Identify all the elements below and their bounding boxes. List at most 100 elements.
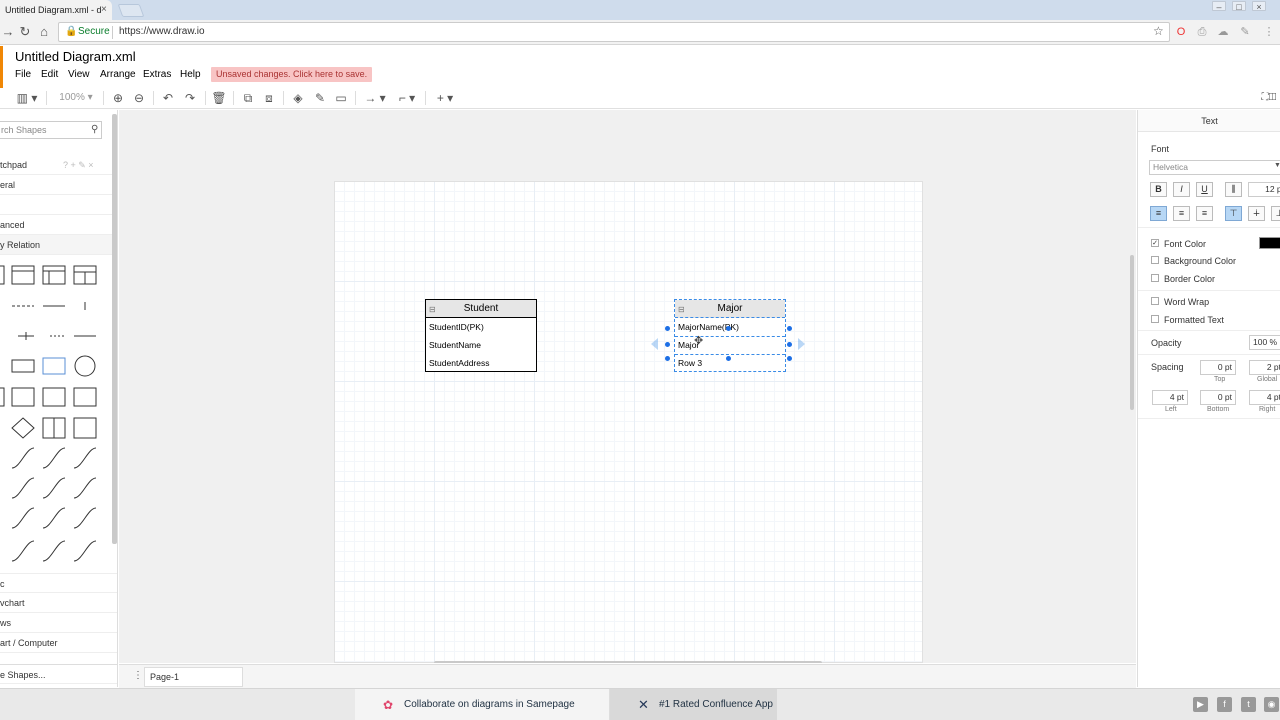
view-panels-icon[interactable]: ▥ ▾ [14, 90, 40, 106]
resize-handle[interactable] [665, 356, 670, 361]
resize-handle[interactable] [726, 356, 731, 361]
url-input[interactable]: 🔒 Secure https://www.draw.io ☆ [58, 22, 1170, 42]
to-front-icon[interactable]: ⧉ [240, 90, 256, 106]
align-left-button[interactable]: ≡ [1150, 206, 1167, 221]
category-arrows[interactable]: ws [0, 613, 117, 633]
category-entity-relation[interactable]: y Relation [0, 235, 117, 255]
collapse-icon[interactable]: ⊟ [678, 301, 685, 319]
category-general[interactable]: eral [0, 175, 117, 195]
line-color-icon[interactable]: ✎ [312, 90, 328, 106]
menu-arrange[interactable]: Arrange [100, 69, 136, 80]
font-color-checkbox[interactable]: ✓ [1151, 239, 1159, 247]
major-entity-header[interactable]: ⊟ Major [675, 300, 785, 318]
opera-icon[interactable]: O [1174, 25, 1188, 39]
spacing-left-input[interactable]: 4 pt [1152, 390, 1188, 405]
student-row-2[interactable]: StudentName [429, 340, 481, 350]
category-flowchart[interactable]: vchart [0, 593, 117, 613]
underline-button[interactable]: U [1196, 182, 1213, 197]
facebook-icon[interactable]: f [1217, 697, 1232, 712]
tab-close-icon[interactable]: × [101, 4, 107, 15]
connect-arrow-left-icon[interactable] [651, 338, 658, 350]
major-row-3[interactable]: Row 3 [678, 358, 702, 368]
formatted-text-checkbox[interactable] [1151, 315, 1159, 323]
student-entity-header[interactable]: ⊟ Student [426, 300, 536, 318]
delete-icon[interactable]: 🗑 [211, 90, 227, 106]
collapse-icon[interactable]: ⊟ [429, 301, 436, 319]
zoom-select[interactable]: 100% ▾ [56, 90, 96, 106]
youtube-icon[interactable]: ▶ [1193, 697, 1208, 712]
italic-button[interactable]: I [1173, 182, 1190, 197]
shadow-icon[interactable]: ▭ [333, 90, 349, 106]
spacing-bottom-input[interactable]: 0 pt [1200, 390, 1236, 405]
resize-handle[interactable] [787, 342, 792, 347]
to-back-icon[interactable]: ⧈ [261, 90, 277, 106]
major-entity[interactable]: ⊟ Major MajorName(PK) Major Row 3 [674, 299, 786, 372]
redo-icon[interactable]: ↷ [182, 90, 198, 106]
resize-handle[interactable] [665, 326, 670, 331]
page-tab[interactable]: Page-1 [144, 667, 243, 687]
connect-arrow-right-icon[interactable] [798, 338, 805, 350]
opacity-input[interactable]: 100 % [1249, 335, 1280, 350]
bold-button[interactable]: B [1150, 182, 1167, 197]
resize-handle[interactable] [665, 342, 670, 347]
menu-help[interactable]: Help [180, 69, 201, 80]
twitter-icon[interactable]: t [1241, 697, 1256, 712]
category-basic[interactable]: c [0, 573, 117, 593]
category-advanced[interactable]: anced [0, 215, 117, 235]
menu-view[interactable]: View [68, 69, 90, 80]
maximize-icon[interactable]: □ [1232, 1, 1246, 12]
format-panel-scrollbar[interactable] [1130, 255, 1134, 410]
category-scratchpad[interactable]: tchpad ? + ✎ × [0, 155, 117, 175]
chevron-down-icon[interactable]: ▼ [1274, 162, 1280, 169]
cloud-icon[interactable]: ☁ [1216, 25, 1230, 39]
align-bottom-button[interactable]: ⊥ [1271, 206, 1280, 221]
border-color-checkbox[interactable] [1151, 274, 1159, 282]
font-size-input[interactable]: 12 pt [1248, 182, 1280, 197]
shape-palette[interactable] [0, 260, 110, 550]
shape-palette-row[interactable] [0, 539, 110, 563]
github-icon[interactable]: ◉ [1264, 697, 1279, 712]
word-wrap-checkbox[interactable] [1151, 297, 1159, 305]
browser-menu-icon[interactable]: ⋮ [1262, 25, 1276, 39]
resize-handle[interactable] [787, 326, 792, 331]
menu-file[interactable]: File [15, 69, 31, 80]
menu-extras[interactable]: Extras [143, 69, 171, 80]
search-icon[interactable]: ⚲ [91, 124, 98, 135]
more-shapes-button[interactable]: e Shapes... [0, 664, 117, 684]
scratchpad-tools-icon[interactable]: ? + ✎ × [63, 155, 94, 175]
vertical-text-button[interactable]: ⫼ [1225, 182, 1242, 197]
align-center-button[interactable]: ≡ [1173, 206, 1190, 221]
page-sheet[interactable] [334, 181, 923, 663]
insert-icon[interactable]: + ▾ [432, 90, 458, 106]
font-family-select[interactable]: Helvetica [1149, 160, 1280, 175]
category-clipart-computer[interactable]: art / Computer [0, 633, 117, 653]
browser-tab[interactable]: Untitled Diagram.xml - d [0, 0, 112, 20]
font-color-swatch[interactable] [1259, 237, 1280, 249]
align-right-button[interactable]: ≡ [1196, 206, 1213, 221]
connection-icon[interactable]: → ▾ [362, 90, 388, 106]
background-color-checkbox[interactable] [1151, 256, 1159, 264]
bookmark-star-icon[interactable]: ☆ [1153, 24, 1164, 38]
spacing-right-input[interactable]: 4 pt [1249, 390, 1280, 405]
diagram-canvas[interactable]: ⊟ Student StudentID(PK) StudentName Stud… [119, 110, 1136, 663]
print-icon[interactable]: ⎙ [1195, 25, 1209, 39]
resize-handle[interactable] [787, 356, 792, 361]
align-top-button[interactable]: ⊤ [1225, 206, 1242, 221]
extension-icon[interactable]: ✎ [1238, 25, 1252, 39]
confluence-banner[interactable]: ✕ #1 Rated Confluence App [610, 689, 777, 720]
search-shapes-input[interactable]: rch Shapes ⚲ [0, 121, 102, 139]
unsaved-changes-notice[interactable]: Unsaved changes. Click here to save. [211, 67, 373, 82]
window-close-icon[interactable]: × [1252, 1, 1266, 12]
back-icon[interactable]: → [0, 24, 16, 40]
minimize-icon[interactable]: – [1212, 1, 1226, 12]
resize-handle[interactable] [726, 326, 731, 331]
menu-edit[interactable]: Edit [41, 69, 58, 80]
reload-icon[interactable]: ↻ [17, 24, 33, 40]
spacing-global-input[interactable]: 2 pt [1249, 360, 1280, 375]
student-entity[interactable]: ⊟ Student StudentID(PK) StudentName Stud… [425, 299, 537, 372]
category-misc[interactable] [0, 195, 117, 215]
undo-icon[interactable]: ↶ [160, 90, 176, 106]
tab-text[interactable]: Text [1138, 110, 1280, 132]
zoom-in-icon[interactable]: ⊕ [110, 90, 126, 106]
zoom-out-icon[interactable]: ⊖ [131, 90, 147, 106]
